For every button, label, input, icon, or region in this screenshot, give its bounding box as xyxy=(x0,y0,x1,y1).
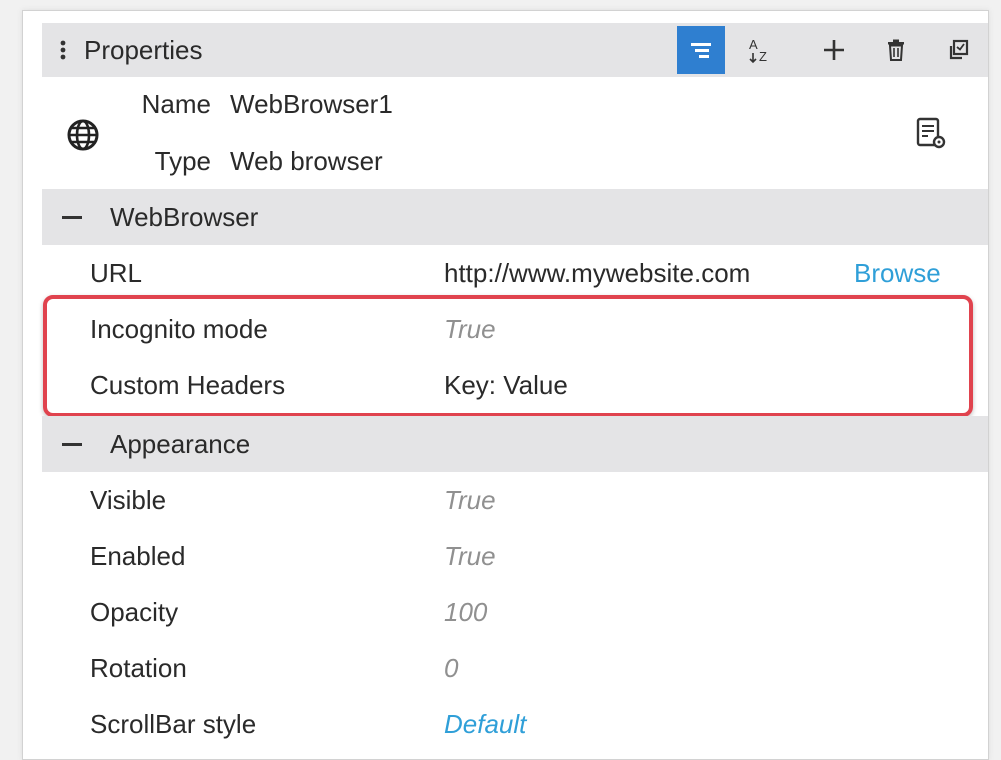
property-row-scrollbar-style: ScrollBar style Default xyxy=(42,696,988,752)
svg-text:A: A xyxy=(749,37,758,52)
scrollbar-style-value[interactable]: Default xyxy=(444,709,526,740)
panel-header: Properties A Z xyxy=(42,23,988,77)
panel-title: Properties xyxy=(84,34,203,65)
copy-icon[interactable] xyxy=(937,26,979,74)
section-header-webbrowser[interactable]: WebBrowser xyxy=(42,189,988,245)
property-row-opacity: Opacity 100 xyxy=(42,584,988,640)
incognito-value[interactable]: True xyxy=(444,314,496,345)
name-label: Name xyxy=(141,89,211,119)
property-label: Rotation xyxy=(90,652,187,683)
property-row-visible: Visible True xyxy=(42,472,988,528)
property-row-url: URL http://www.mywebsite.com Browse xyxy=(42,245,988,301)
collapse-icon[interactable] xyxy=(62,215,82,219)
sort-az-icon[interactable]: A Z xyxy=(738,26,782,74)
property-label: Incognito mode xyxy=(90,313,268,344)
name-value: WebBrowser1 xyxy=(230,89,393,119)
property-row-custom-headers: Custom Headers Key: Value xyxy=(42,357,988,413)
property-label: URL xyxy=(90,257,143,288)
categorize-icon[interactable] xyxy=(677,26,725,74)
opacity-value[interactable]: 100 xyxy=(444,597,487,628)
properties-settings-icon[interactable] xyxy=(911,113,951,153)
property-label: ScrollBar style xyxy=(90,708,257,739)
property-label: Opacity xyxy=(90,596,179,627)
globe-icon xyxy=(63,115,103,155)
type-value: Web browser xyxy=(230,146,383,176)
visible-value[interactable]: True xyxy=(444,485,496,516)
section-title: Appearance xyxy=(110,428,251,459)
properties-panel: Properties A Z Name WebBrowser1 Type Web… xyxy=(22,10,989,760)
property-row-enabled: Enabled True xyxy=(42,528,988,584)
section-header-appearance[interactable]: Appearance xyxy=(42,416,988,472)
browse-link[interactable]: Browse xyxy=(854,258,941,289)
custom-headers-value[interactable]: Key: Value xyxy=(444,370,568,401)
rotation-value[interactable]: 0 xyxy=(444,653,458,684)
property-label: Custom Headers xyxy=(90,369,286,400)
add-icon[interactable] xyxy=(814,26,854,74)
drag-handle-icon[interactable] xyxy=(58,23,68,77)
enabled-value[interactable]: True xyxy=(444,541,496,572)
property-row-rotation: Rotation 0 xyxy=(42,640,988,696)
url-value[interactable]: http://www.mywebsite.com xyxy=(444,258,750,289)
section-title: WebBrowser xyxy=(110,201,259,232)
property-label: Enabled xyxy=(90,540,186,571)
property-label: Visible xyxy=(90,484,167,515)
delete-icon[interactable] xyxy=(876,26,916,74)
collapse-icon[interactable] xyxy=(62,442,82,446)
property-row-incognito: Incognito mode True xyxy=(42,301,988,357)
type-label: Type xyxy=(154,146,211,176)
svg-text:Z: Z xyxy=(759,49,767,64)
